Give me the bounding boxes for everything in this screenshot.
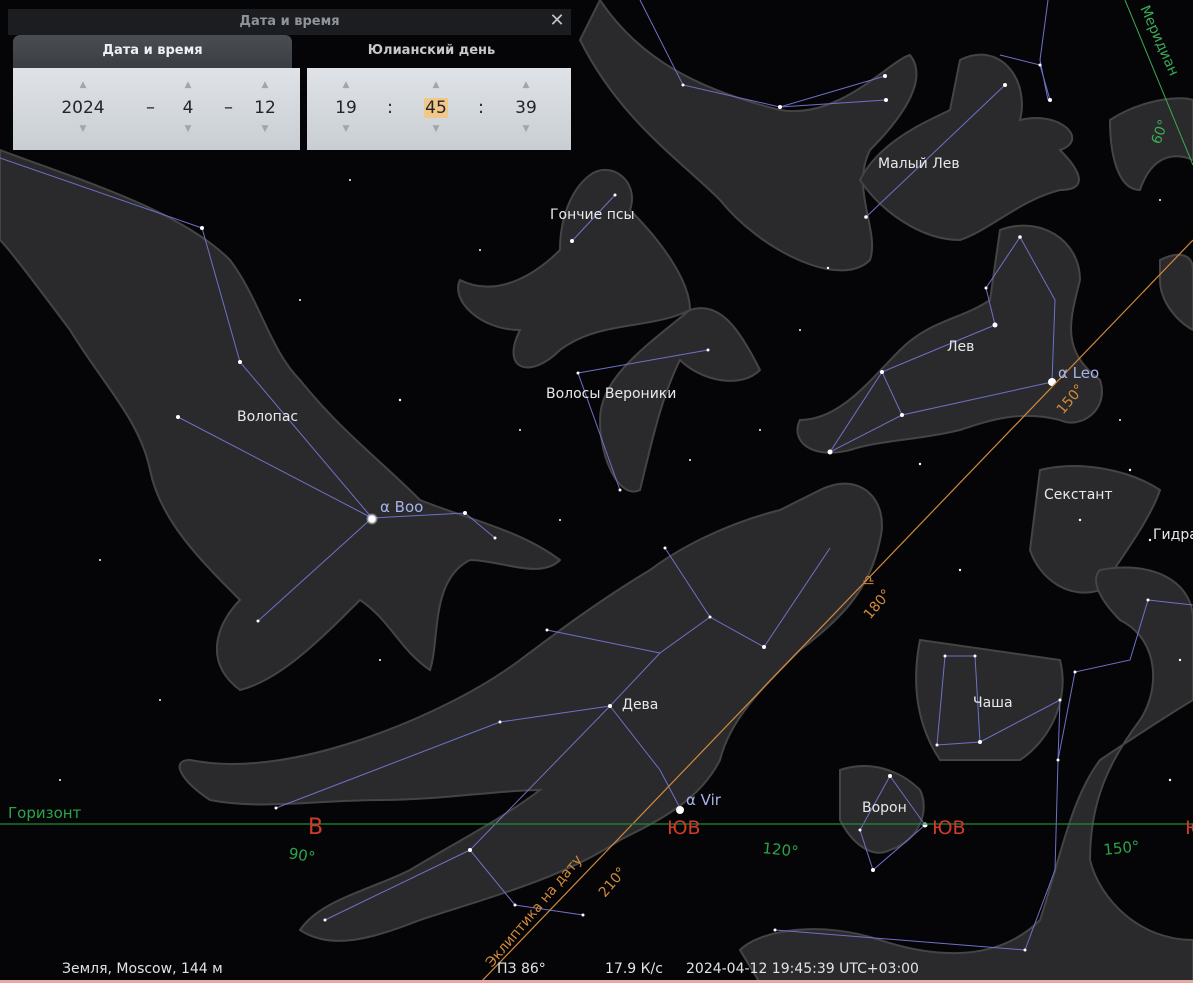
month-down-arrow-icon[interactable]: ▼ — [158, 124, 218, 134]
status-datetime[interactable]: 2024-04-12 19:45:39 UTC+03:00 — [686, 961, 919, 977]
horizon-degree-90: 90° — [287, 844, 316, 866]
label-deva: Дева — [622, 697, 658, 713]
meridian-label: Меридиан — [1136, 3, 1181, 78]
date-separator: – — [146, 97, 155, 118]
label-lev: Лев — [947, 339, 974, 355]
label-chasha: Чаша — [973, 695, 1013, 711]
cardinal-southeast: ЮВ — [932, 817, 966, 839]
label-alpha-boo: α Boo — [380, 498, 423, 516]
status-location[interactable]: Земля, Moscow, 144 м — [62, 961, 223, 977]
status-bar: Земля, Moscow, 144 м ПЗ 86° 17.9 К/с 202… — [0, 952, 1193, 983]
date-separator: – — [224, 97, 233, 118]
hour-down-arrow-icon[interactable]: ▼ — [316, 124, 376, 134]
label-gidra: Гидра — [1153, 527, 1193, 543]
label-maly-lev: Малый Лев — [878, 156, 960, 172]
date-panel: ▲ 2024 ▼ – ▲ 4 ▼ – ▲ 12 ▼ — [13, 68, 300, 150]
minute-value[interactable]: 45 — [406, 96, 466, 120]
minute-down-arrow-icon[interactable]: ▼ — [406, 124, 466, 134]
day-value[interactable]: 12 — [235, 96, 295, 120]
label-volosy-veroniki: Волосы Вероники — [546, 386, 676, 402]
minute-up-arrow-icon[interactable]: ▲ — [406, 80, 466, 90]
time-panel: ▲ 19 ▼ : ▲ 45 ▼ : ▲ 39 ▼ — [307, 68, 571, 150]
second-up-arrow-icon[interactable]: ▲ — [496, 80, 556, 90]
ecliptic-degree-180: 180° — [861, 586, 895, 622]
time-separator: : — [478, 97, 485, 118]
year-spinbox[interactable]: ▲ 2024 ▼ — [53, 68, 113, 150]
second-value[interactable]: 39 — [496, 96, 556, 120]
libra-symbol: ♎ — [862, 573, 875, 589]
hour-spinbox[interactable]: ▲ 19 ▼ — [316, 68, 376, 150]
label-sekstant: Секстант — [1044, 487, 1113, 503]
hour-up-arrow-icon[interactable]: ▲ — [316, 80, 376, 90]
day-down-arrow-icon[interactable]: ▼ — [235, 124, 295, 134]
close-icon[interactable]: ✕ — [547, 10, 567, 32]
label-alpha-leo: α Leo — [1058, 364, 1099, 382]
year-value[interactable]: 2024 — [53, 96, 113, 120]
label-alpha-vir: α Vir — [686, 791, 722, 809]
day-up-arrow-icon[interactable]: ▲ — [235, 80, 295, 90]
month-value[interactable]: 4 — [158, 96, 218, 120]
label-gonchie-psy: Гончие псы — [550, 207, 635, 223]
year-up-arrow-icon[interactable]: ▲ — [53, 80, 113, 90]
alpha-vir-star — [676, 806, 684, 814]
minute-value-text[interactable]: 45 — [424, 98, 448, 118]
month-spinbox[interactable]: ▲ 4 ▼ — [158, 68, 218, 150]
label-voron: Ворон — [862, 800, 907, 816]
minute-spinbox[interactable]: ▲ 45 ▼ — [406, 68, 466, 150]
cardinal-ese: ЮВ — [667, 817, 701, 839]
day-spinbox[interactable]: ▲ 12 ▼ — [235, 68, 295, 150]
cardinal-east: В — [308, 815, 323, 840]
second-down-arrow-icon[interactable]: ▼ — [496, 124, 556, 134]
month-up-arrow-icon[interactable]: ▲ — [158, 80, 218, 90]
tab-date-time[interactable]: Дата и время — [13, 35, 292, 69]
horizon-degree-120: 120° — [762, 839, 800, 861]
horizon-degree-150: 150° — [1103, 837, 1141, 859]
year-down-arrow-icon[interactable]: ▼ — [53, 124, 113, 134]
ecliptic-degree-210: 210° — [596, 864, 630, 900]
tab-julian-day[interactable]: Юлианский день — [304, 35, 559, 69]
status-fov: ПЗ 86° — [497, 961, 546, 977]
second-spinbox[interactable]: ▲ 39 ▼ — [496, 68, 556, 150]
cardinal-south: Ю — [1185, 817, 1193, 839]
date-time-dialog: Дата и время ✕ Дата и время Юлианский де… — [8, 9, 571, 150]
time-separator: : — [387, 97, 394, 118]
status-fps: 17.9 К/с — [605, 961, 663, 977]
horizon-label: Горизонт — [8, 804, 82, 822]
dialog-title[interactable]: Дата и время — [8, 9, 571, 35]
label-volopas: Волопас — [237, 409, 298, 425]
hour-value[interactable]: 19 — [316, 96, 376, 120]
